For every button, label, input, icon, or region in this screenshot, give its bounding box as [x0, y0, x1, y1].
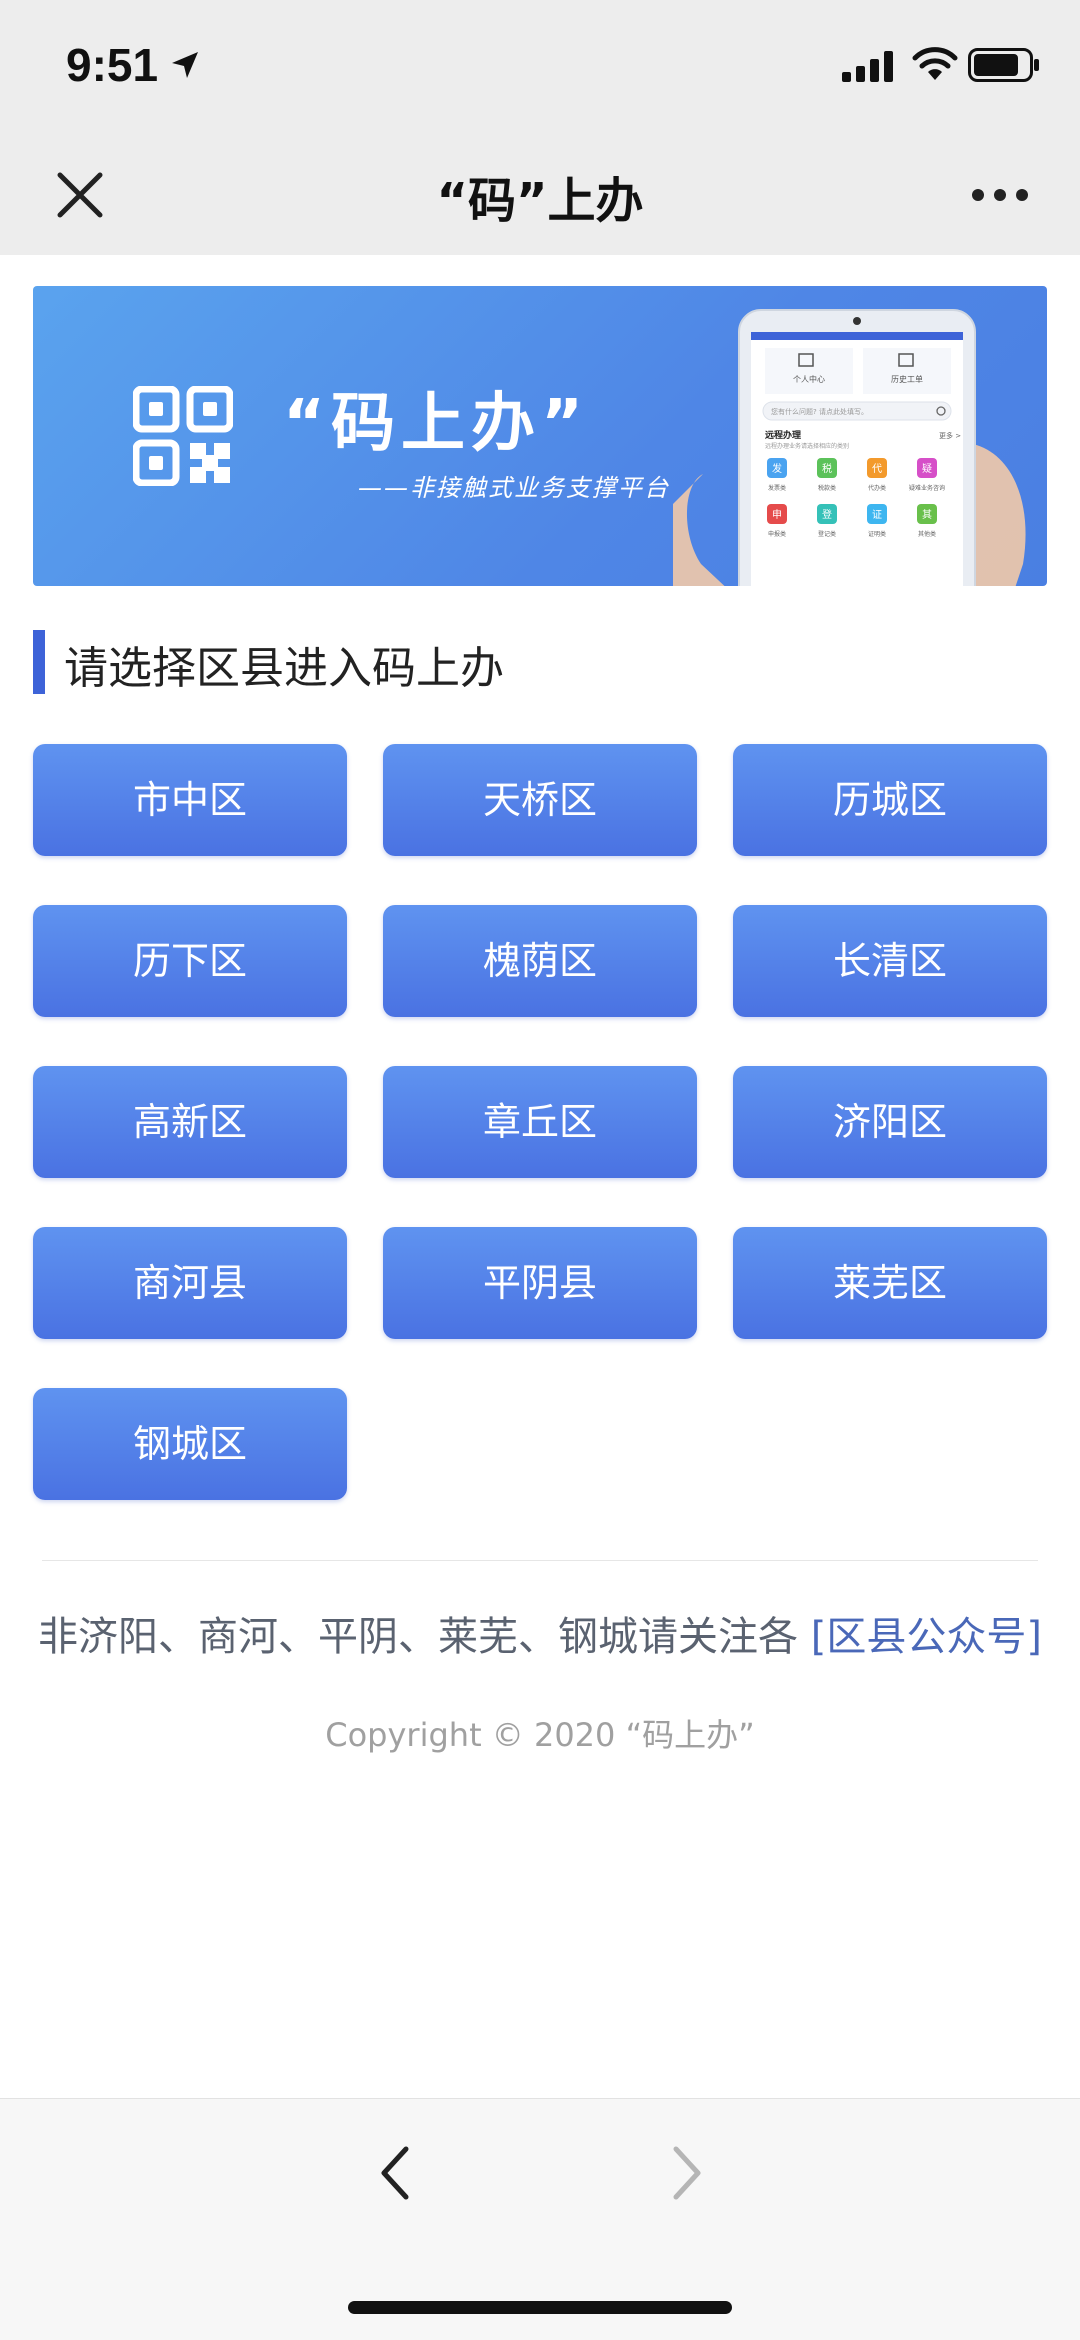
more-icon[interactable]: [970, 187, 1030, 207]
banner-subtitle: ——非接触式业务支撑平台: [358, 474, 670, 502]
phone-app-label: 税款类: [818, 484, 836, 492]
notice-body: 非济阳、商河、平阴、莱芜、钢城请关注各: [38, 1614, 799, 1660]
district-button[interactable]: 槐荫区: [383, 905, 697, 1017]
location-arrow-icon: [168, 48, 202, 86]
district-button[interactable]: 长清区: [733, 905, 1047, 1017]
status-bar: 9:51: [0, 0, 1080, 135]
notice-text: 非济阳、商河、平阴、莱芜、钢城请关注各 [区县公众号]: [0, 1604, 1080, 1662]
district-button[interactable]: 商河县: [33, 1227, 347, 1339]
phone-app-label: 申报类: [768, 530, 786, 538]
section-accent-bar: [33, 630, 45, 694]
phone-mockup: 个人中心 历史工单 您有什么问题? 请点此处填写。 远程办理 远程办理业务请选择…: [673, 304, 1033, 586]
qr-code-icon: [132, 385, 234, 490]
district-button[interactable]: 章丘区: [383, 1066, 697, 1178]
banner: “码上办” ——非接触式业务支撑平台 个人中心 历史工单 您有什么问题? 请点此…: [33, 286, 1047, 586]
divider: [42, 1560, 1038, 1561]
phone-app-glyph: 发: [772, 462, 782, 475]
phone-app-label: 代办类: [868, 484, 886, 492]
cellular-signal-icon: [842, 50, 896, 86]
copyright: Copyright © 2020 “码上办”: [325, 1716, 755, 1754]
district-button[interactable]: 平阴县: [383, 1227, 697, 1339]
county-account-link[interactable]: [区县公众号]: [811, 1614, 1042, 1660]
phone-section-title: 远程办理: [765, 429, 801, 441]
phone-search-placeholder: 您有什么问题? 请点此处填写。: [771, 407, 868, 416]
phone-tab-label: 个人中心: [793, 374, 825, 384]
district-button[interactable]: 钢城区: [33, 1388, 347, 1500]
phone-app-glyph: 证: [872, 509, 882, 521]
wifi-icon: [912, 44, 958, 86]
forward-arrow-icon[interactable]: [670, 2145, 704, 2205]
district-button[interactable]: 高新区: [33, 1066, 347, 1178]
phone-section-desc: 远程办理业务请选择相应的类别: [765, 442, 849, 450]
district-button[interactable]: 历下区: [33, 905, 347, 1017]
district-button[interactable]: 天桥区: [383, 744, 697, 856]
bottom-toolbar: [0, 2098, 1080, 2340]
phone-app-glyph: 登: [822, 508, 832, 521]
phone-app-glyph: 疑: [922, 463, 932, 475]
phone-app-glyph: 申: [772, 508, 782, 521]
phone-app-glyph: 税: [822, 462, 832, 475]
nav-bar: “码”上办: [0, 135, 1080, 255]
phone-app-label: 登记类: [818, 530, 836, 538]
battery-icon: [968, 48, 1040, 86]
phone-app-glyph: 其: [922, 509, 932, 521]
phone-tab-label: 历史工单: [891, 374, 923, 384]
back-arrow-icon[interactable]: [378, 2145, 412, 2205]
section-title: 请选择区县进入码上办: [64, 643, 504, 694]
banner-title: “码上办”: [283, 387, 590, 461]
district-button[interactable]: 莱芜区: [733, 1227, 1047, 1339]
phone-app-glyph: 代: [872, 463, 882, 475]
status-time: 9:51: [66, 39, 159, 91]
page-title: “码”上办: [436, 173, 644, 229]
district-button[interactable]: 济阳区: [733, 1066, 1047, 1178]
phone-app-label: 发票类: [768, 484, 786, 492]
phone-app-label: 证明类: [868, 530, 886, 538]
phone-more-label: 更多 >: [939, 431, 961, 440]
phone-app-label: 其他类: [918, 530, 936, 538]
district-button[interactable]: 历城区: [733, 744, 1047, 856]
home-indicator: [348, 2301, 732, 2314]
phone-app-label: 疑难业务咨询: [909, 484, 945, 492]
district-button[interactable]: 市中区: [33, 744, 347, 856]
